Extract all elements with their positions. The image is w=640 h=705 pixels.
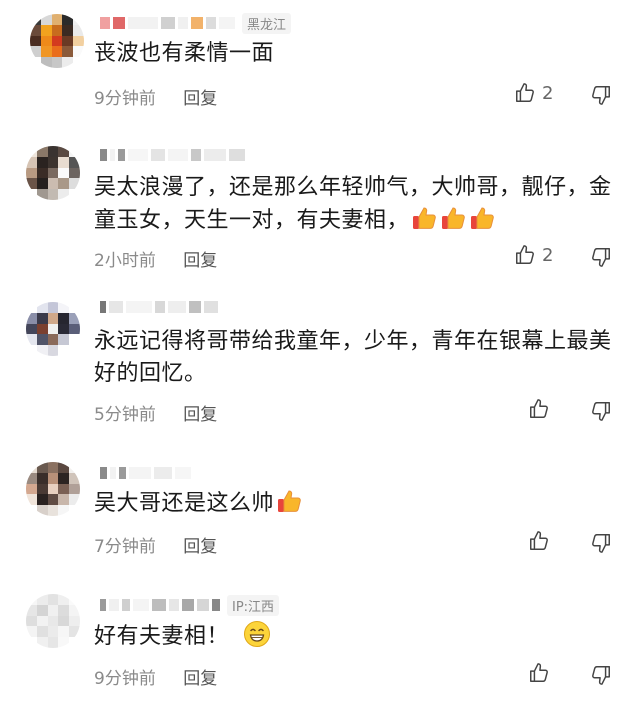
- reply-button[interactable]: 回复: [183, 405, 217, 425]
- like-button[interactable]: [528, 662, 556, 684]
- dislike-button[interactable]: [590, 400, 612, 422]
- timestamp: 5分钟前: [94, 405, 156, 425]
- comment-text-content: 吴太浪漫了，还是那么年轻帅气，大帅哥，靓仔，金童玉女，天生一对，有夫妻相，: [94, 175, 612, 233]
- avatar[interactable]: [26, 462, 80, 516]
- reply-button[interactable]: 回复: [183, 251, 217, 271]
- dislike-button[interactable]: [590, 246, 612, 268]
- thumbs-down-icon: [590, 664, 612, 686]
- like-button[interactable]: [528, 530, 556, 552]
- thumbs-down-icon: [590, 400, 612, 422]
- thumbs-down-icon: [590, 246, 612, 268]
- comment-text: 丧波也有柔情一面: [94, 41, 275, 66]
- comment-text: 永远记得将哥带给我童年，少年，青年在银幕上最美好的回忆。: [94, 329, 612, 386]
- location-tag: 黑龙江: [242, 12, 292, 34]
- username-pixelated[interactable]: [100, 144, 245, 166]
- dislike-button[interactable]: [590, 84, 612, 106]
- like-button[interactable]: 2: [514, 244, 553, 266]
- dislike-button[interactable]: [590, 532, 612, 554]
- thumbs-up-icon: [528, 398, 550, 420]
- reply-button[interactable]: 回复: [183, 89, 217, 109]
- thumbs-up-icon: [514, 82, 536, 104]
- thumbs-up-icon: [514, 244, 536, 266]
- comment-text: 吴大哥还是这么帅: [94, 487, 614, 520]
- avatar[interactable]: [26, 302, 80, 356]
- reply-button[interactable]: 回复: [183, 669, 217, 689]
- username-pixelated[interactable]: [100, 462, 191, 484]
- like-button[interactable]: 2: [514, 82, 553, 104]
- username-pixelated[interactable]: 黑龙江: [100, 12, 292, 34]
- comment-text: 吴太浪漫了，还是那么年轻帅气，大帅哥，靓仔，金童玉女，天生一对，有夫妻相，: [94, 172, 614, 237]
- comment-meta: 9分钟前 回复: [94, 84, 217, 109]
- thumbs-up-emoji: [274, 490, 303, 516]
- timestamp: 9分钟前: [94, 89, 156, 109]
- location-tag: IP:江西: [227, 594, 280, 616]
- thumbs-up-icon: [528, 530, 550, 552]
- comment-meta: 7分钟前 回复: [94, 532, 217, 557]
- thumbs-down-icon: [590, 532, 612, 554]
- thumbs-up-emoji: [409, 207, 438, 233]
- like-count: 2: [542, 82, 554, 104]
- avatar[interactable]: [26, 594, 80, 648]
- comment-text-content: 吴大哥还是这么帅: [94, 491, 275, 516]
- comment-meta: 9分钟前 回复: [94, 664, 217, 689]
- thumbs-up-emoji: [467, 207, 496, 233]
- timestamp: 9分钟前: [94, 669, 156, 689]
- avatar[interactable]: [26, 146, 80, 200]
- timestamp: 2小时前: [94, 251, 156, 271]
- comment-meta: 5分钟前 回复: [94, 400, 217, 425]
- timestamp: 7分钟前: [94, 537, 156, 557]
- comment-meta: 2小时前 回复: [94, 246, 217, 271]
- dislike-button[interactable]: [590, 664, 612, 686]
- thumbs-down-icon: [590, 84, 612, 106]
- thumbs-up-emoji: [438, 207, 467, 233]
- comment-text: 好有夫妻相！: [94, 620, 614, 653]
- reply-button[interactable]: 回复: [183, 537, 217, 557]
- like-button[interactable]: [528, 398, 556, 420]
- grinning-emoji: [229, 621, 271, 649]
- like-count: 2: [542, 244, 554, 266]
- avatar[interactable]: [30, 14, 84, 68]
- comment-text-content: 好有夫妻相！: [94, 624, 230, 649]
- username-pixelated[interactable]: [100, 296, 218, 318]
- thumbs-up-icon: [528, 662, 550, 684]
- username-pixelated[interactable]: IP:江西: [100, 594, 280, 616]
